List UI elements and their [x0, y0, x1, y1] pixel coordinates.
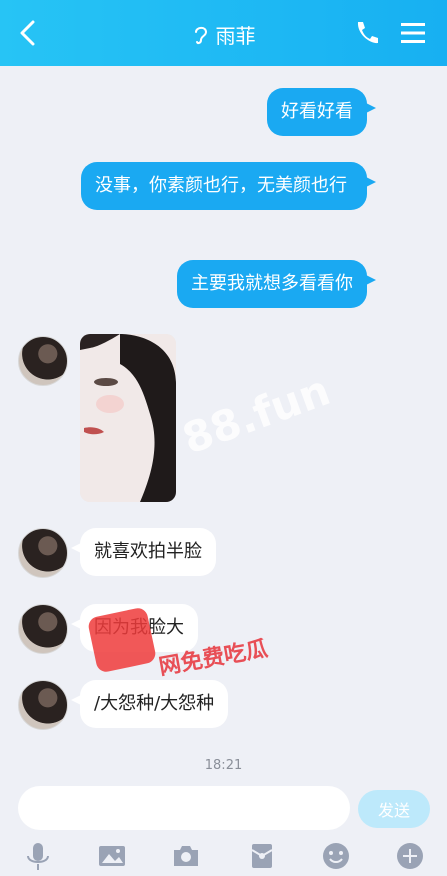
- avatar[interactable]: [18, 336, 68, 386]
- plus-icon[interactable]: [394, 840, 426, 872]
- message-input[interactable]: [18, 786, 350, 830]
- message-outgoing[interactable]: 主要我就想多看看你: [177, 260, 376, 308]
- phone-icon[interactable]: [352, 18, 382, 48]
- camera-icon[interactable]: [170, 840, 202, 872]
- send-button[interactable]: 发送: [358, 790, 430, 828]
- image-icon[interactable]: [96, 840, 128, 872]
- photo-message[interactable]: [80, 334, 176, 502]
- input-bar: 发送: [0, 780, 447, 836]
- avatar[interactable]: [18, 680, 68, 730]
- menu-icon[interactable]: [398, 19, 428, 47]
- message-outgoing[interactable]: 好看好看: [267, 88, 376, 136]
- avatar[interactable]: [18, 604, 68, 654]
- red-packet-icon[interactable]: [246, 840, 278, 872]
- chat-title: 雨菲: [215, 24, 256, 48]
- message-incoming[interactable]: 就喜欢拍半脸: [71, 528, 216, 576]
- input-toolbar: [0, 836, 447, 876]
- avatar[interactable]: [18, 528, 68, 578]
- chat-header: 雨菲: [0, 0, 447, 66]
- message-outgoing[interactable]: 没事，你素颜也行，无美颜也行: [81, 162, 376, 210]
- timestamp: 18:21: [204, 758, 243, 773]
- ear-icon: [194, 26, 207, 44]
- mic-icon[interactable]: [22, 840, 54, 872]
- emoji-icon[interactable]: [320, 840, 352, 872]
- message-incoming[interactable]: /大怨种/大怨种: [70, 680, 229, 728]
